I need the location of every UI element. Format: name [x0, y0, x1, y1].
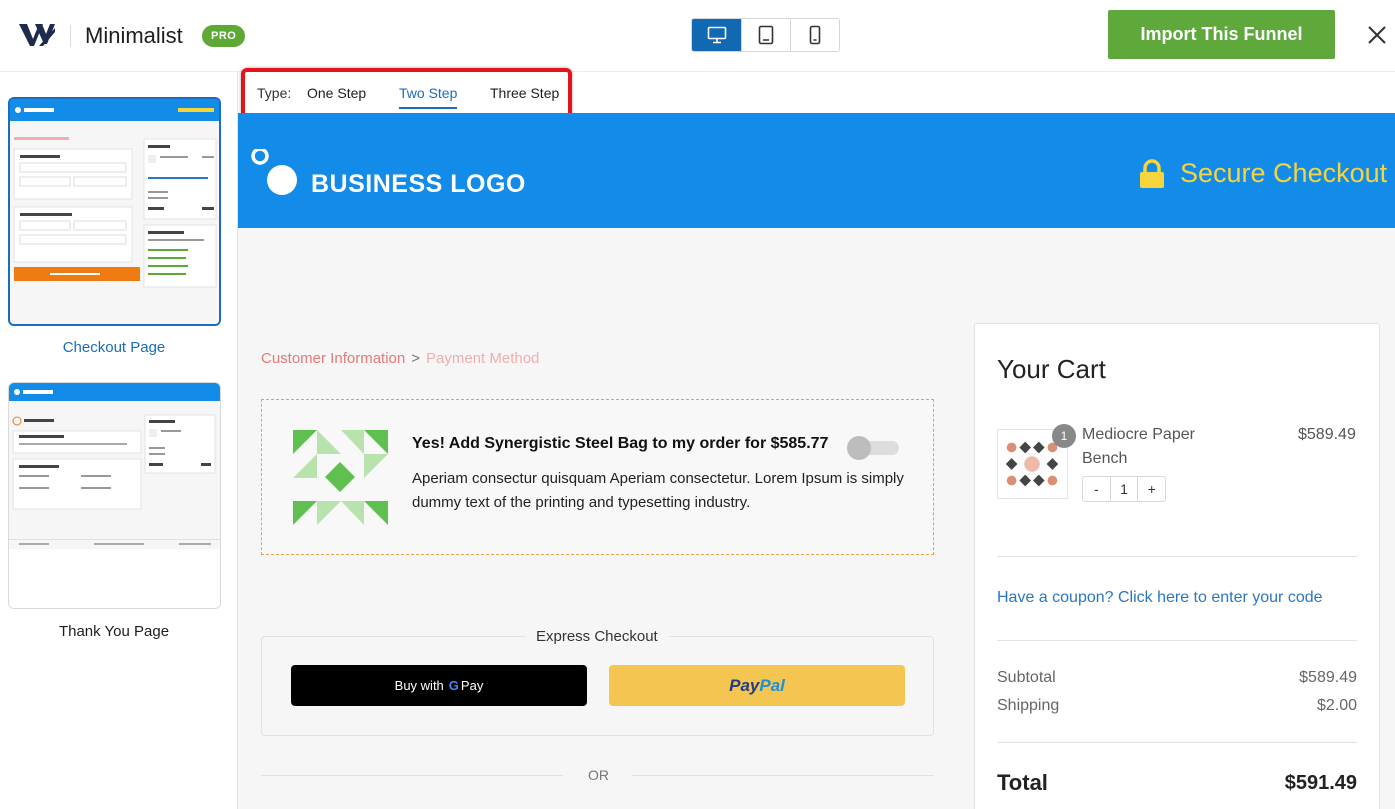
order-bump-description: Aperiam consectur quisquam Aperiam conse…: [412, 470, 904, 511]
coupon-link[interactable]: Have a coupon? Click here to enter your …: [997, 589, 1323, 607]
gpay-prefix: Buy with: [394, 678, 444, 693]
order-bump-toggle[interactable]: [847, 436, 900, 460]
import-funnel-button[interactable]: Import This Funnel: [1108, 10, 1335, 59]
preview-header-banner: BUSINESS LOGO Secure Checkout: [238, 113, 1395, 228]
google-pay-button[interactable]: Buy with G Pay: [291, 665, 587, 706]
paypal-button[interactable]: Pay Pal: [609, 665, 905, 706]
breadcrumb: Customer Information > Payment Method: [261, 350, 539, 367]
order-bump-title: Yes! Add Synergistic Steel Bag to my ord…: [412, 435, 829, 452]
app-logo-icon: [19, 24, 55, 46]
mobile-icon: [809, 25, 821, 45]
total-label: Total: [997, 770, 1048, 795]
tablet-view-button[interactable]: [741, 19, 790, 51]
cart-title: Your Cart: [997, 354, 1106, 384]
quantity-increment-button[interactable]: +: [1138, 477, 1165, 501]
gpay-suffix: Pay: [460, 678, 484, 693]
order-bump: Yes! Add Synergistic Steel Bag to my ord…: [261, 399, 934, 555]
thank-you-page-label[interactable]: Thank You Page: [0, 623, 228, 640]
breadcrumb-customer-information[interactable]: Customer Information: [261, 350, 405, 367]
secure-checkout-text: Secure Checkout: [1180, 158, 1388, 188]
close-icon[interactable]: [1366, 24, 1388, 46]
funnel-type-bar: Type: One Step Two Step Three Step: [238, 72, 1395, 113]
express-checkout-label: Express Checkout: [525, 628, 669, 645]
cart-item-quantity-badge: 1: [1052, 424, 1076, 448]
title-divider: [70, 25, 71, 47]
paypal-logo-pay: Pay: [729, 675, 760, 695]
thank-you-page-thumbnail[interactable]: [8, 382, 221, 609]
shipping-label: Shipping: [997, 697, 1060, 714]
checkout-page-preview-image: [10, 99, 219, 324]
checkout-page-label[interactable]: Checkout Page: [0, 339, 228, 356]
product-image: [293, 430, 388, 525]
google-g-icon: G: [448, 678, 459, 693]
app-title: Minimalist: [85, 23, 183, 48]
secure-checkout: Secure Checkout: [1138, 158, 1387, 189]
pro-badge: PRO: [202, 25, 246, 47]
type-tab-one-step[interactable]: One Step: [307, 85, 366, 107]
checkout-page-thumbnail[interactable]: [8, 97, 221, 326]
quantity-value[interactable]: 1: [1109, 477, 1139, 501]
quantity-stepper: - 1 +: [1082, 476, 1166, 502]
or-divider-right: [632, 775, 934, 776]
cart-item-price: $589.49: [1298, 426, 1356, 443]
checkout-preview: BUSINESS LOGO Secure Checkout Customer I…: [238, 113, 1395, 809]
cart-divider: [997, 556, 1357, 557]
page-sidebar: Checkout Page Thank You Page: [0, 72, 238, 809]
business-logo-text: BUSINESS LOGO: [311, 170, 526, 198]
express-checkout-box: Express Checkout Buy with G Pay Pay Pal: [261, 628, 934, 736]
desktop-icon: [707, 26, 726, 44]
subtotal-label: Subtotal: [997, 669, 1056, 686]
shipping-value: $2.00: [1316, 697, 1357, 714]
cart-divider: [997, 742, 1357, 743]
breadcrumb-separator: >: [411, 350, 420, 367]
or-divider-left: [261, 775, 563, 776]
top-bar: Minimalist PRO Import This Funnel: [0, 0, 1395, 72]
type-label: Type:: [257, 85, 292, 101]
thank-you-page-preview-image: [9, 383, 220, 608]
subtotal-value: $589.49: [1299, 669, 1357, 686]
cart-summary: Your Cart 1 Mediocre Paper Bench $589.49…: [974, 323, 1380, 809]
device-switcher: [691, 18, 840, 52]
cart-divider: [997, 640, 1357, 641]
type-tab-three-step[interactable]: Three Step: [490, 85, 559, 107]
cart-item-name: Mediocre Paper Bench: [1082, 426, 1195, 467]
funnel-preview-app: Minimalist PRO Import This Funnel Checko…: [0, 0, 1395, 809]
breadcrumb-payment-method[interactable]: Payment Method: [426, 350, 539, 367]
or-divider-text: OR: [588, 767, 609, 783]
paypal-logo-pal: Pal: [759, 675, 785, 695]
quantity-decrement-button[interactable]: -: [1083, 477, 1110, 501]
mobile-view-button[interactable]: [790, 19, 839, 51]
lock-icon: [1140, 158, 1164, 188]
tablet-icon: [758, 25, 774, 45]
type-tab-two-step[interactable]: Two Step: [399, 85, 458, 109]
desktop-view-button[interactable]: [692, 19, 741, 51]
total-value: $591.49: [1284, 772, 1357, 794]
